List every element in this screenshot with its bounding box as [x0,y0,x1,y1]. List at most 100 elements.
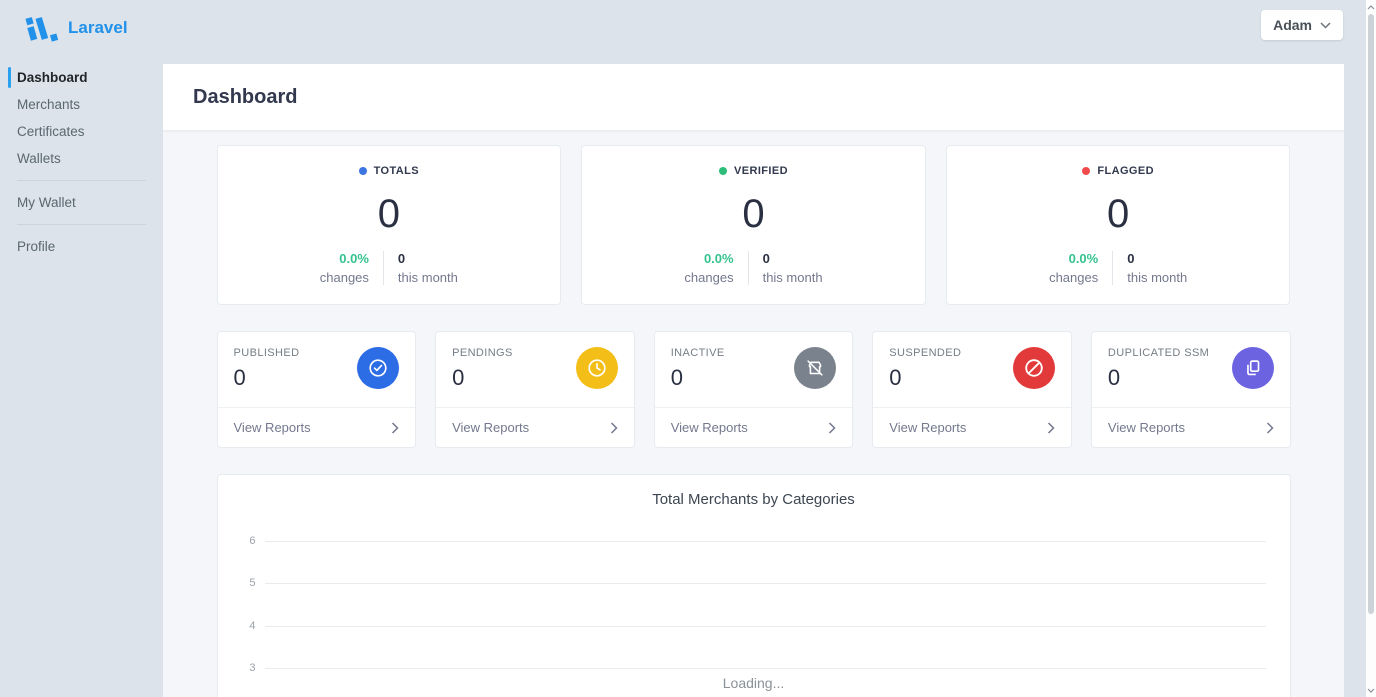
main-panel: Dashboard TOTALS 0 0.0% changes [163,64,1344,697]
summary-card-header: FLAGGED [1082,165,1154,177]
chart-grid-row: 6 [232,535,1266,547]
sidebar-divider [17,224,146,225]
chart-title: Total Merchants by Categories [218,475,1290,508]
month-value: 0 [763,251,823,266]
status-row: PUBLISHED 0 View Reports [217,331,1291,448]
topbar: Laravel Adam [0,0,1376,64]
month-label: this month [398,270,458,285]
flagged-dot-icon [1082,167,1090,175]
summary-card-stats: 0.0% changes 0 this month [684,251,822,285]
month-label: this month [763,270,823,285]
sidebar-item-profile[interactable]: Profile [0,233,163,260]
status-card-label: PENDINGS [452,347,513,359]
scrollbar-thumb[interactable] [1368,14,1374,614]
summary-card-value: 0 [742,194,764,234]
grid-line [265,626,1266,627]
sidebar-item-label: Certificates [17,124,85,139]
pendings-icon-circle [576,347,618,389]
app-root: Laravel Adam Dashboard Merchants Certifi… [0,0,1376,697]
sidebar-item-label: Profile [17,239,55,254]
sidebar-item-certificates[interactable]: Certificates [0,118,163,145]
month-value: 0 [1127,251,1187,266]
content: TOTALS 0 0.0% changes 0 this month [217,145,1291,697]
chevron-right-icon [610,422,618,434]
summary-card-stats: 0.0% changes 0 this month [320,251,458,285]
suspended-icon-circle [1013,347,1055,389]
user-name: Adam [1273,17,1312,33]
summary-card-header: VERIFIED [719,165,788,177]
summary-card-value: 0 [378,194,400,234]
duplicated-ssm-icon-circle [1232,347,1274,389]
brand[interactable]: Laravel [20,10,128,46]
ban-icon [1023,357,1045,379]
sidebar-item-merchants[interactable]: Merchants [0,91,163,118]
verified-dot-icon [719,167,727,175]
status-card-label: PUBLISHED [234,347,300,359]
page-title: Dashboard [193,86,297,109]
chart-grid-row: 4 [232,620,1266,632]
summary-card-label: TOTALS [374,165,419,177]
sidebar: Dashboard Merchants Certificates Wallets… [0,64,163,697]
summary-card-header: TOTALS [359,165,419,177]
status-card-duplicated-ssm: DUPLICATED SSM 0 [1091,331,1291,448]
summary-card-value: 0 [1107,194,1129,234]
month-label: this month [1127,270,1187,285]
sidebar-item-label: Wallets [17,151,61,166]
y-tick-label: 6 [232,535,256,547]
user-menu-button[interactable]: Adam [1261,10,1343,40]
sidebar-item-my-wallet[interactable]: My Wallet [0,189,163,216]
sidebar-item-label: Merchants [17,97,80,112]
y-tick-label: 5 [232,577,256,589]
change-label: changes [1049,270,1098,285]
laravel-logo-icon [20,10,60,46]
y-tick-label: 4 [232,620,256,632]
chart-loading-text: Loading... [218,675,1290,691]
change-label: changes [320,270,369,285]
chevron-down-icon [1320,22,1331,29]
view-reports-link[interactable]: View Reports [655,407,853,447]
chevron-right-icon [828,422,836,434]
status-card-value: 0 [234,365,300,391]
status-card-value: 0 [671,365,725,391]
summary-card-label: VERIFIED [734,165,788,177]
grid-line [265,583,1266,584]
y-tick-label: 3 [232,662,256,674]
status-card-label: SUSPENDED [889,347,961,359]
copy-icon [1242,357,1264,379]
view-reports-link[interactable]: View Reports [1092,407,1290,447]
sidebar-item-label: My Wallet [17,195,76,210]
sidebar-item-wallets[interactable]: Wallets [0,145,163,172]
change-percent: 0.0% [320,251,369,266]
change-percent: 0.0% [1049,251,1098,266]
vertical-scrollbar[interactable] [1366,0,1376,697]
scroll-down-icon[interactable] [1366,684,1376,696]
grid-line [265,541,1266,542]
brand-name: Laravel [68,18,128,38]
published-icon-circle [357,347,399,389]
status-card-value: 0 [889,365,961,391]
status-card-suspended: SUSPENDED 0 View Reports [872,331,1072,448]
totals-dot-icon [359,167,367,175]
store-slash-icon [804,357,826,379]
view-reports-link[interactable]: View Reports [218,407,416,447]
view-reports-link[interactable]: View Reports [873,407,1071,447]
check-circle-icon [367,357,389,379]
grid-line [265,668,1266,669]
sidebar-item-label: Dashboard [17,70,88,85]
status-card-pendings: PENDINGS 0 View Reports [435,331,635,448]
scroll-up-icon[interactable] [1366,1,1376,13]
chevron-right-icon [1266,422,1274,434]
view-reports-link[interactable]: View Reports [436,407,634,447]
summary-card-flagged: FLAGGED 0 0.0% changes 0 this month [946,145,1291,305]
status-card-value: 0 [1108,365,1209,391]
summary-card-verified: VERIFIED 0 0.0% changes 0 this month [581,145,926,305]
page-header: Dashboard [163,64,1344,131]
change-percent: 0.0% [684,251,733,266]
sidebar-item-dashboard[interactable]: Dashboard [0,64,163,91]
clock-icon [586,357,608,379]
status-card-inactive: INACTIVE 0 [654,331,854,448]
summary-card-label: FLAGGED [1097,165,1154,177]
status-card-label: INACTIVE [671,347,725,359]
month-value: 0 [398,251,458,266]
change-label: changes [684,270,733,285]
